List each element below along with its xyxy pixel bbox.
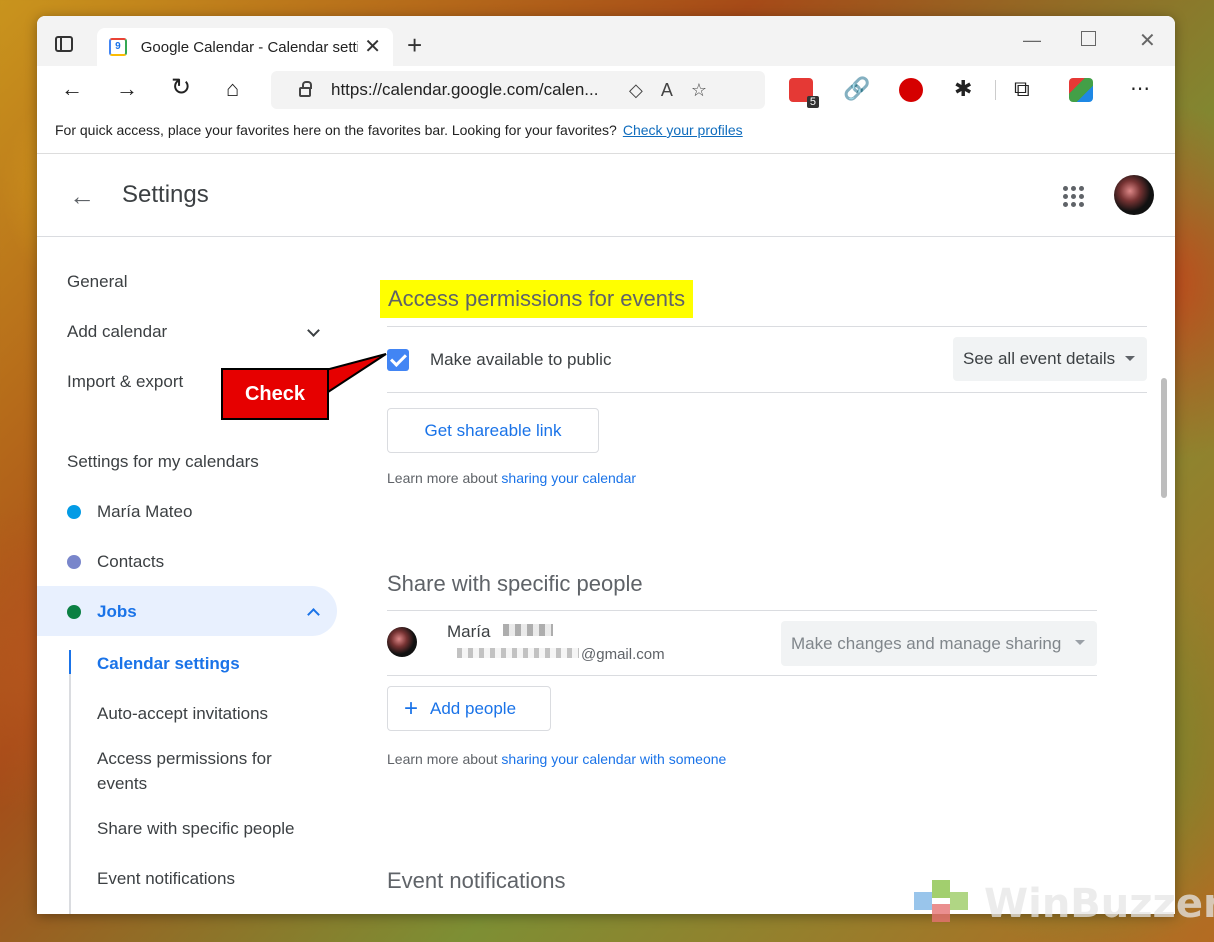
app-available-icon[interactable]: ◇ xyxy=(629,80,643,101)
watermark-text: WinBuzzer xyxy=(984,881,1214,927)
winbuzzer-logo-icon xyxy=(914,880,968,922)
my-calendars-heading: Settings for my calendars xyxy=(67,452,259,471)
sidebar-item-jobs[interactable] xyxy=(37,586,337,636)
person-permission-select[interactable]: Make changes and manage sharing xyxy=(781,621,1097,666)
tab-actions-icon[interactable] xyxy=(55,36,73,52)
access-permissions-heading: Access permissions for events xyxy=(380,280,694,318)
event-notifications-heading: Event notifications xyxy=(387,868,566,893)
page-title: Settings xyxy=(122,181,209,208)
add-people-button[interactable]: + Add people xyxy=(387,686,551,731)
sidebar-item-add-calendar[interactable]: Add calendar xyxy=(67,322,167,342)
browser-toolbar: ← → ↻ ⌂ https://calendar.google.com/cale… xyxy=(37,66,1175,114)
calendar-favicon-icon: 9 xyxy=(109,38,127,56)
profile-extension-icon[interactable] xyxy=(1069,78,1093,102)
app-header: ← Settings xyxy=(37,155,1175,237)
tab-strip: 9 Google Calendar - Calendar setti ✕ + —… xyxy=(37,16,1175,66)
extension-badge: 5 xyxy=(806,96,819,108)
account-avatar[interactable] xyxy=(1114,175,1154,215)
favorites-message: For quick access, place your favorites h… xyxy=(55,122,617,138)
sidebar-item-jobs-label[interactable]: Jobs xyxy=(97,602,137,622)
get-shareable-link-button[interactable]: Get shareable link xyxy=(387,408,599,453)
subnav-auto-accept[interactable]: Auto-accept invitations xyxy=(97,701,317,726)
add-favorite-icon[interactable]: ☆ xyxy=(691,80,707,101)
extension-lastpass-icon[interactable]: 5 xyxy=(789,78,819,108)
home-icon[interactable]: ⌂ xyxy=(226,78,239,100)
minimize-icon[interactable]: — xyxy=(1023,30,1041,51)
lock-icon[interactable] xyxy=(299,81,312,97)
extensions-icon[interactable]: ✱ xyxy=(954,78,972,100)
scrollbar-thumb[interactable] xyxy=(1161,378,1167,498)
tab-google-calendar[interactable]: 9 Google Calendar - Calendar setti ✕ xyxy=(97,28,393,66)
adblock-extension-icon[interactable] xyxy=(899,78,923,102)
sidebar-item-general[interactable]: General xyxy=(67,272,127,292)
person-name: María xyxy=(447,622,491,641)
calendar-color-dot xyxy=(67,555,81,569)
learn-more-prefix: Learn more about xyxy=(387,470,502,486)
sidebar-item-contacts[interactable]: Contacts xyxy=(97,552,164,572)
sidebar-item-import-export[interactable]: Import & export xyxy=(67,372,183,392)
public-visibility-value: See all event details xyxy=(963,349,1116,368)
divider xyxy=(387,392,1147,393)
divider xyxy=(387,610,1097,611)
winbuzzer-watermark: WinBuzzer xyxy=(910,876,1214,932)
subnav-share-specific[interactable]: Share with specific people xyxy=(97,816,317,841)
share-specific-heading: Share with specific people xyxy=(387,571,643,596)
toolbar-divider xyxy=(995,80,996,100)
settings-back-icon[interactable]: ← xyxy=(69,181,95,212)
person-permission-value: Make changes and manage sharing xyxy=(791,633,1062,653)
sharing-calendar-link[interactable]: sharing your calendar xyxy=(501,470,636,486)
sharing-with-someone-link[interactable]: sharing your calendar with someone xyxy=(501,751,726,767)
calendar-color-dot xyxy=(67,605,81,619)
forward-icon[interactable]: → xyxy=(116,78,138,100)
favorites-bar: For quick access, place your favorites h… xyxy=(37,114,1175,154)
close-window-icon[interactable]: ✕ xyxy=(1139,28,1156,53)
google-apps-icon[interactable] xyxy=(1063,186,1085,208)
plus-icon: + xyxy=(404,694,419,722)
sidebar-item-maria-mateo[interactable]: María Mateo xyxy=(97,502,192,522)
refresh-icon[interactable]: ↻ xyxy=(171,76,191,100)
chevron-down-icon[interactable] xyxy=(307,324,320,337)
check-profiles-link[interactable]: Check your profiles xyxy=(623,122,743,138)
subnav-rule xyxy=(69,650,71,914)
back-icon[interactable]: ← xyxy=(61,78,83,100)
settings-sidebar: General Add calendar Import & export Set… xyxy=(37,238,337,914)
new-tab-icon[interactable]: + xyxy=(407,32,422,58)
make-public-label: Make available to public xyxy=(430,350,612,369)
maximize-icon[interactable] xyxy=(1081,31,1096,46)
make-public-checkbox[interactable] xyxy=(387,349,409,371)
dropdown-caret-icon xyxy=(1075,640,1085,645)
add-people-label: Add people xyxy=(430,698,517,718)
redacted-email xyxy=(457,648,579,658)
calendar-color-dot xyxy=(67,505,81,519)
redacted-name xyxy=(503,624,553,636)
public-visibility-select[interactable]: See all event details xyxy=(953,337,1147,381)
divider xyxy=(387,326,1147,327)
divider xyxy=(387,675,1097,676)
more-menu-icon[interactable]: ⋯ xyxy=(1130,79,1150,99)
subnav-access-permissions[interactable]: Access permissions for events xyxy=(97,746,317,796)
collections-icon[interactable]: ⧉ xyxy=(1014,78,1030,100)
dropdown-caret-icon xyxy=(1125,356,1135,361)
person-avatar xyxy=(387,627,417,657)
subnav-calendar-settings[interactable]: Calendar settings xyxy=(97,651,317,676)
check-callout: Check xyxy=(221,368,329,420)
person-email: @gmail.com xyxy=(581,646,665,663)
tab-title: Google Calendar - Calendar setti xyxy=(140,38,359,56)
learn-more-sharing-someone: Learn more about sharing your calendar w… xyxy=(387,751,726,767)
subnav-active-indicator xyxy=(69,650,71,674)
browser-window: 9 Google Calendar - Calendar setti ✕ + —… xyxy=(37,16,1175,914)
link-extension-icon[interactable]: 🔗 xyxy=(843,78,870,100)
read-aloud-icon[interactable]: A xyxy=(661,80,673,101)
url-text[interactable]: https://calendar.google.com/calen... xyxy=(331,80,611,100)
subnav-event-notifications[interactable]: Event notifications xyxy=(97,866,317,891)
address-bar[interactable]: https://calendar.google.com/calen... ◇ A… xyxy=(271,71,765,109)
learn-more-prefix: Learn more about xyxy=(387,751,502,767)
learn-more-sharing: Learn more about sharing your calendar xyxy=(387,470,636,486)
close-tab-icon[interactable]: ✕ xyxy=(364,37,381,57)
